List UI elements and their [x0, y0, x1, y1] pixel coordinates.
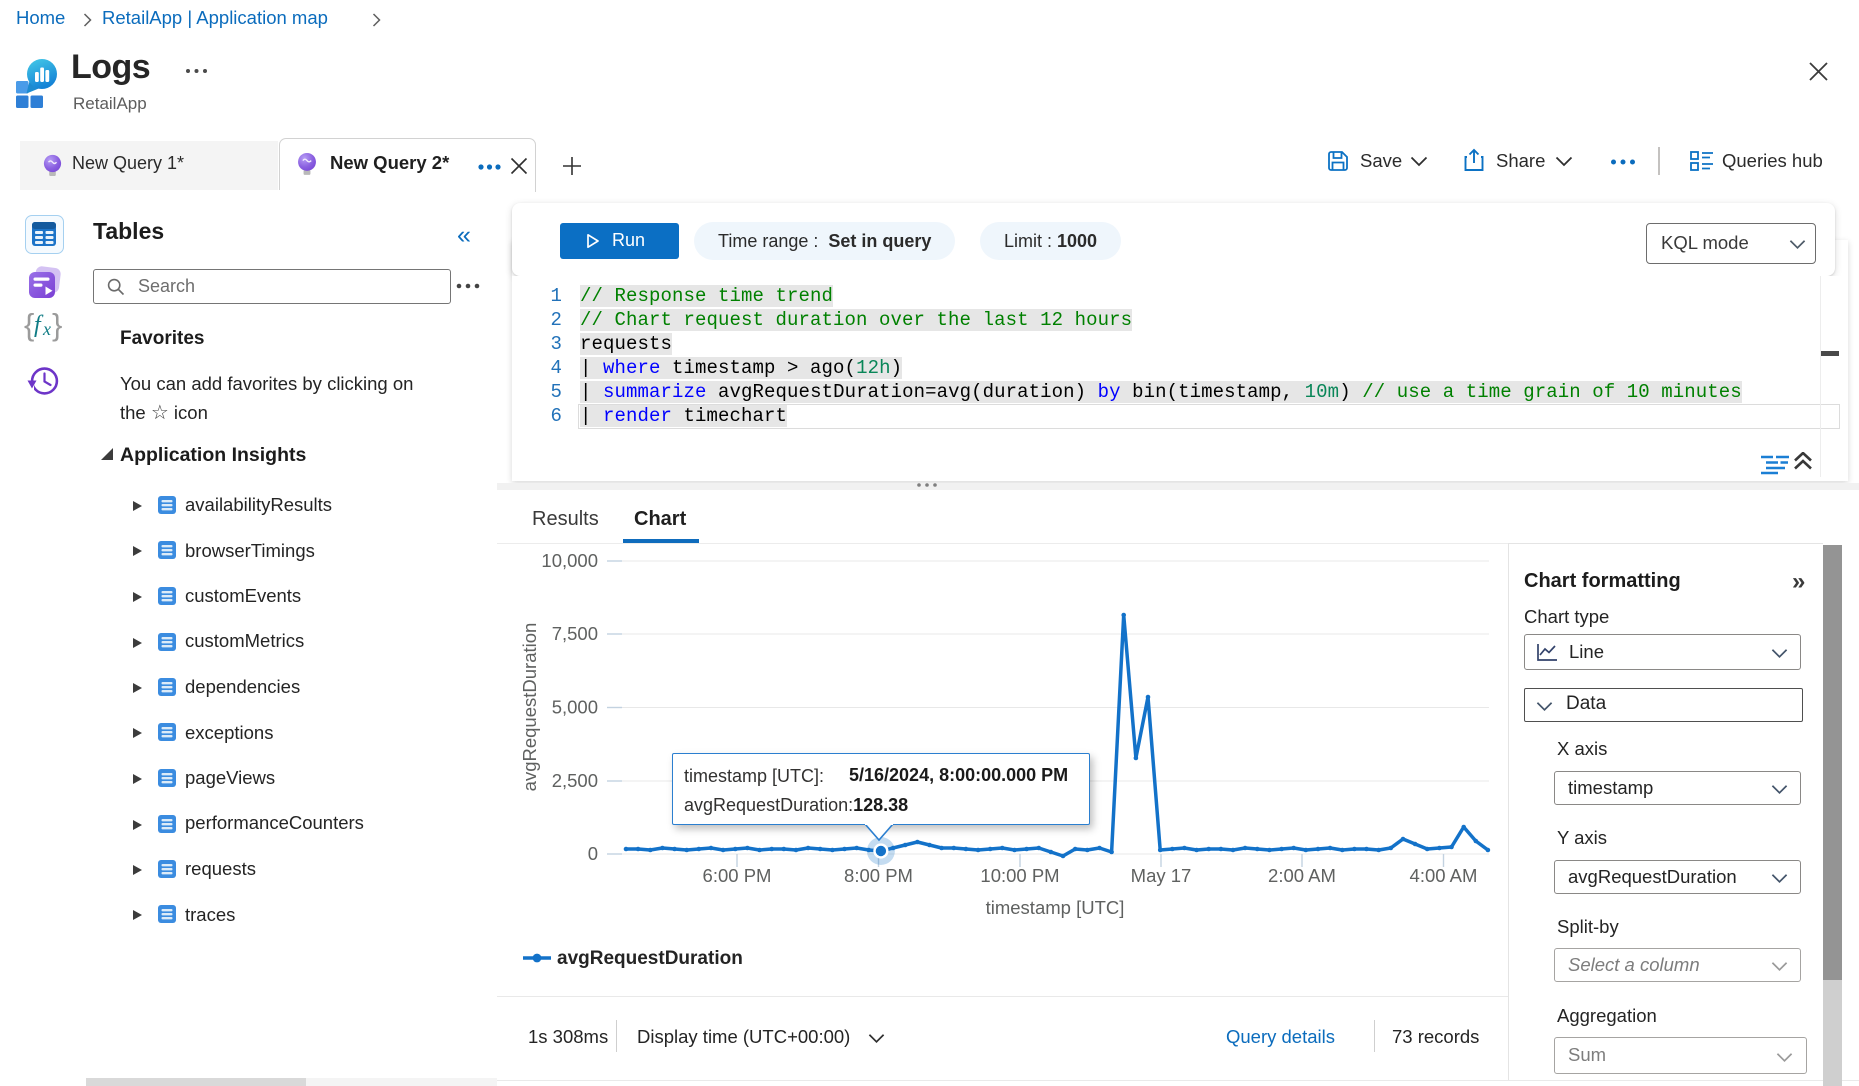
svg-text:7,500: 7,500 — [552, 623, 598, 644]
svg-text:8:00 PM: 8:00 PM — [844, 865, 913, 886]
svg-text:10,000: 10,000 — [541, 550, 598, 571]
svg-text:2,500: 2,500 — [552, 770, 598, 791]
svg-text:6:00 PM: 6:00 PM — [703, 865, 772, 886]
svg-text:timestamp [UTC]: timestamp [UTC] — [986, 897, 1125, 918]
svg-text:0: 0 — [588, 843, 598, 864]
svg-text:May 17: May 17 — [1131, 865, 1192, 886]
svg-text:avgRequestDuration: avgRequestDuration — [519, 623, 540, 792]
svg-text:2:00 AM: 2:00 AM — [1268, 865, 1336, 886]
svg-text:5,000: 5,000 — [552, 697, 598, 718]
svg-text:10:00 PM: 10:00 PM — [980, 865, 1059, 886]
svg-text:4:00 AM: 4:00 AM — [1410, 865, 1478, 886]
